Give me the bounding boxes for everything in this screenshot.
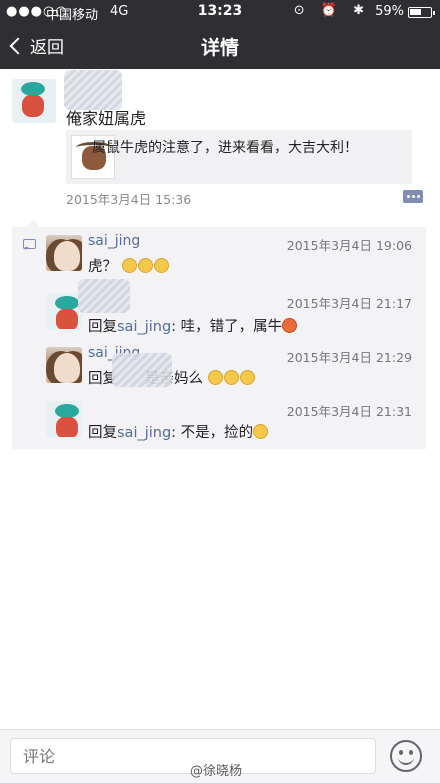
comments-section: sai_jing 2015年3月4日 19:06 虎？ 2015年3月4日 21…: [12, 220, 426, 449]
post-text: 俺家妞属虎: [66, 109, 147, 128]
emoji-icon: [121, 258, 137, 273]
navigation-bar: 返回 详情: [0, 24, 440, 69]
comment-body: : 不是，捡的: [171, 425, 254, 441]
reply-name-blurred: [112, 353, 172, 387]
shared-link-card[interactable]: 属鼠牛虎的注意了，进来看看，大吉大利！: [66, 130, 412, 184]
post-timestamp: 2015年3月4日 15:36: [66, 192, 192, 207]
status-icons: ⊙ ⏰ ✱: [293, 3, 370, 18]
comment-item[interactable]: 2015年3月4日 21:31 回复sai_jing: 不是，捡的: [12, 395, 426, 449]
battery-fill: [410, 9, 421, 15]
comment-action-icon[interactable]: [403, 190, 423, 203]
comment-text: 回复sai_jing: 哇，错了，属牛: [88, 315, 298, 336]
dot: [407, 195, 410, 198]
emoji-icon: [253, 424, 269, 439]
reply-prefix: 回复: [88, 319, 117, 335]
poster-avatar[interactable]: [12, 79, 56, 123]
poster-name-blurred: [64, 70, 122, 110]
battery-icon: [408, 7, 435, 18]
commenter-avatar[interactable]: [46, 235, 82, 271]
commenter-avatar[interactable]: [46, 347, 82, 383]
status-bar: ●●●○○ 中国移动 4G 13:23 ⊙ ⏰ ✱ 59%: [0, 0, 440, 24]
commenter-avatar[interactable]: [46, 293, 82, 329]
watermark: @徐晓杨: [190, 764, 243, 779]
emoji-picker-icon[interactable]: [390, 740, 422, 772]
dot: [417, 195, 420, 198]
emoji-icon: [223, 370, 239, 385]
comment-item[interactable]: sai_jing 2015年3月4日 21:29 回复是亲妈么: [12, 341, 426, 395]
shared-link-text: 属鼠牛虎的注意了，进来看看，大吉大利！: [92, 140, 358, 156]
comment-body: 虎？: [88, 259, 117, 275]
comment-text: 虎？: [88, 255, 170, 276]
top-bar: ●●●○○ 中国移动 4G 13:23 ⊙ ⏰ ✱ 59% 返回 详情: [0, 0, 440, 69]
commenter-name-blurred: [78, 279, 130, 313]
comment-text: 回复sai_jing: 不是，捡的: [88, 421, 269, 442]
comment-time: 2015年3月4日 19:06: [286, 238, 412, 253]
battery-percent: 59%: [375, 4, 404, 19]
commenter-avatar[interactable]: [46, 401, 82, 437]
emoji-icon: [239, 370, 255, 385]
reply-to-name[interactable]: sai_jing: [117, 319, 171, 335]
emoji-icon: [137, 258, 153, 273]
comment-time: 2015年3月4日 21:29: [286, 350, 412, 365]
page-title: 详情: [200, 37, 239, 59]
status-time: 13:23: [197, 3, 243, 19]
comment-time: 2015年3月4日 21:31: [286, 404, 412, 419]
comment-time: 2015年3月4日 21:17: [286, 296, 412, 311]
commenter-name[interactable]: sai_jing: [88, 233, 140, 249]
emoji-icon: [207, 370, 223, 385]
comment-body: : 哇，错了，属牛: [171, 319, 283, 335]
reply-prefix: 回复: [88, 425, 117, 441]
dot: [412, 195, 415, 198]
emoji-icon: [153, 258, 169, 273]
emoji-icon: [282, 318, 298, 333]
comment-item[interactable]: 2015年3月4日 21:17 回复sai_jing: 哇，错了，属牛: [12, 279, 426, 341]
comment-item[interactable]: sai_jing 2015年3月4日 19:06 虎？: [12, 227, 426, 285]
reply-to-name[interactable]: sai_jing: [117, 425, 171, 441]
